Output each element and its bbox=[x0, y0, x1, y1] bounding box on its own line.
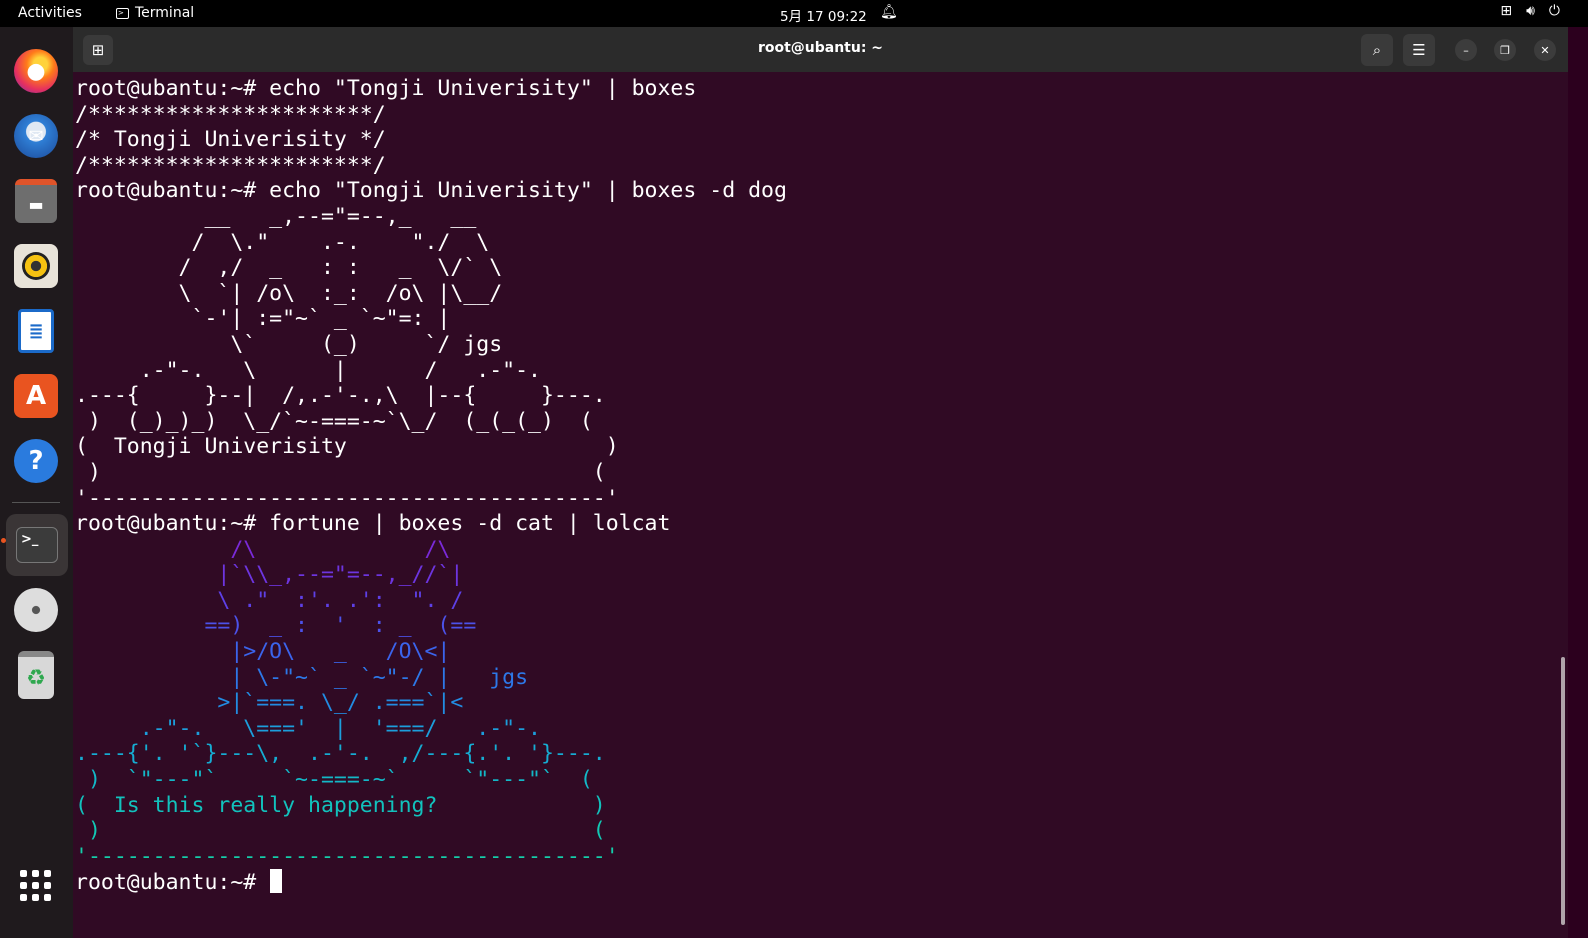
system-tray[interactable]: ⊞ 🔊︎ ⏻ bbox=[1500, 3, 1560, 19]
terminal-small-icon: > bbox=[116, 7, 129, 19]
app-menu[interactable]: > Terminal bbox=[116, 5, 194, 21]
trash-icon[interactable]: ♻ bbox=[10, 649, 62, 701]
terminal-line: root@ubantu:~# echo "Tongji Univerisity"… bbox=[75, 76, 697, 101]
terminal-line: `-'| :="~` _ `~"=: | bbox=[75, 306, 451, 332]
files-icon[interactable]: ▬ bbox=[10, 175, 62, 227]
software-icon[interactable]: A bbox=[10, 370, 62, 422]
writer-icon[interactable]: ≣ bbox=[10, 305, 62, 357]
terminal-line: .-"-. \ | / .-"-. bbox=[75, 357, 541, 383]
lolcat-line: .-"-. \===' | '===/ .-"-. bbox=[75, 715, 541, 741]
app-menu-label: Terminal bbox=[135, 5, 195, 21]
window-title: root@ubantu: ~ bbox=[757, 40, 884, 56]
lolcat-line: .---{'. '`}---\, .-'-. ,/---{.'. '}---. bbox=[75, 741, 606, 767]
close-button[interactable]: ✕ bbox=[1534, 39, 1556, 61]
terminal-line: / ,/ _ : : _ \/` \ bbox=[75, 255, 503, 281]
top-bar: Activities > Terminal 5月 17 09:22 🔔︎ ⊞ 🔊… bbox=[0, 0, 1588, 27]
text-cursor bbox=[270, 869, 283, 894]
dock-separator bbox=[12, 502, 60, 503]
maximize-button[interactable]: ❐ bbox=[1494, 39, 1516, 61]
terminal-line: / \." .-. "./ \ bbox=[75, 229, 490, 255]
terminal-line: ) (_)_)_) \_/`~-===-~`\_/ (_(_(_) ( bbox=[75, 408, 593, 434]
restore-icon: ❐ bbox=[1500, 43, 1510, 57]
lolcat-line: ) ( bbox=[75, 818, 606, 844]
notification-bell-icon[interactable]: 🔔︎ bbox=[880, 4, 898, 20]
lolcat-line: \ ." :'. .': ". / bbox=[75, 587, 464, 613]
clock[interactable]: 5月 17 09:22 bbox=[780, 5, 867, 25]
terminal-line: root@ubantu:~# fortune | boxes -d cat | … bbox=[75, 511, 671, 537]
thunderbird-icon[interactable]: ✉ bbox=[10, 110, 62, 162]
minimize-icon: – bbox=[1463, 43, 1469, 57]
terminal-line: __ _,--="=--,_ __ bbox=[75, 203, 477, 229]
search-icon: ⌕ bbox=[1372, 41, 1382, 59]
minimize-button[interactable]: – bbox=[1455, 39, 1477, 61]
running-indicator bbox=[1, 538, 6, 543]
activities-button[interactable]: Activities bbox=[18, 5, 82, 21]
prompt-line[interactable]: root@ubantu:~# bbox=[75, 869, 787, 895]
terminal-line: ( Tongji Univerisity ) bbox=[75, 434, 619, 460]
rhythmbox-icon[interactable] bbox=[10, 240, 62, 292]
disc-icon[interactable] bbox=[10, 584, 62, 636]
terminal-line: .---{ }--| /,.-'-.,\ |--{ }---. bbox=[75, 383, 606, 409]
terminal-line: /**********************/ bbox=[75, 152, 386, 178]
terminal-line: '---------------------------------------… bbox=[75, 485, 619, 511]
firefox-icon[interactable]: ● bbox=[10, 45, 62, 97]
terminal-line: root@ubantu:~# echo "Tongji Univerisity"… bbox=[75, 178, 787, 204]
dock: ● ✉ ▬ ≣ A ? >_ ♻ bbox=[0, 27, 73, 938]
lolcat-line: ==) _ : ' : _ (== bbox=[75, 613, 477, 639]
help-icon[interactable]: ? bbox=[10, 435, 62, 487]
lolcat-line: '---------------------------------------… bbox=[75, 843, 619, 869]
show-apps-icon[interactable] bbox=[20, 870, 51, 901]
close-icon: ✕ bbox=[1540, 43, 1550, 57]
menu-button[interactable]: ☰ bbox=[1403, 34, 1435, 66]
lolcat-line: |>/O\ _ /O\<| bbox=[75, 639, 451, 665]
volume-icon[interactable]: 🔊︎ bbox=[1526, 3, 1535, 19]
lolcat-line: /\ /\ bbox=[75, 536, 451, 562]
search-button[interactable]: ⌕ bbox=[1361, 34, 1393, 66]
terminal-line: /* Tongji Univerisity */ bbox=[75, 127, 386, 153]
terminal-line: \ `| /o\ :_: /o\ |\__/ bbox=[75, 280, 503, 306]
hamburger-menu-icon: ☰ bbox=[1412, 41, 1426, 59]
lolcat-line: |`\\_,--="=--,_//`| bbox=[75, 562, 464, 588]
terminal-window: ⊞ root@ubantu: ~ ⌕ ☰ – ❐ ✕ root@ubantu:~… bbox=[73, 27, 1568, 938]
lolcat-line: ) `"---"` `~-===-~` `"---"` ( bbox=[75, 767, 593, 793]
lolcat-line: ( Is this really happening? ) bbox=[75, 792, 606, 818]
window-headerbar: ⊞ root@ubantu: ~ ⌕ ☰ – ❐ ✕ bbox=[73, 27, 1568, 72]
lolcat-line: | \-"~` _ `~"-/ | jgs bbox=[75, 664, 529, 690]
terminal-line: /**********************/ bbox=[75, 101, 386, 127]
terminal-line: ) ( bbox=[75, 459, 606, 485]
terminal-output[interactable]: root@ubantu:~# echo "Tongji Univerisity"… bbox=[75, 76, 787, 895]
scrollbar[interactable] bbox=[1561, 657, 1565, 925]
lolcat-line: >|`===. \_/ .===`|< bbox=[75, 690, 464, 716]
prompt: root@ubantu:~# bbox=[75, 870, 270, 896]
terminal-line: \` (_) `/ jgs bbox=[75, 331, 503, 357]
terminal-icon[interactable]: >_ bbox=[1, 514, 68, 576]
network-icon[interactable]: ⊞ bbox=[1500, 3, 1512, 19]
power-icon[interactable]: ⏻ bbox=[1549, 3, 1560, 19]
